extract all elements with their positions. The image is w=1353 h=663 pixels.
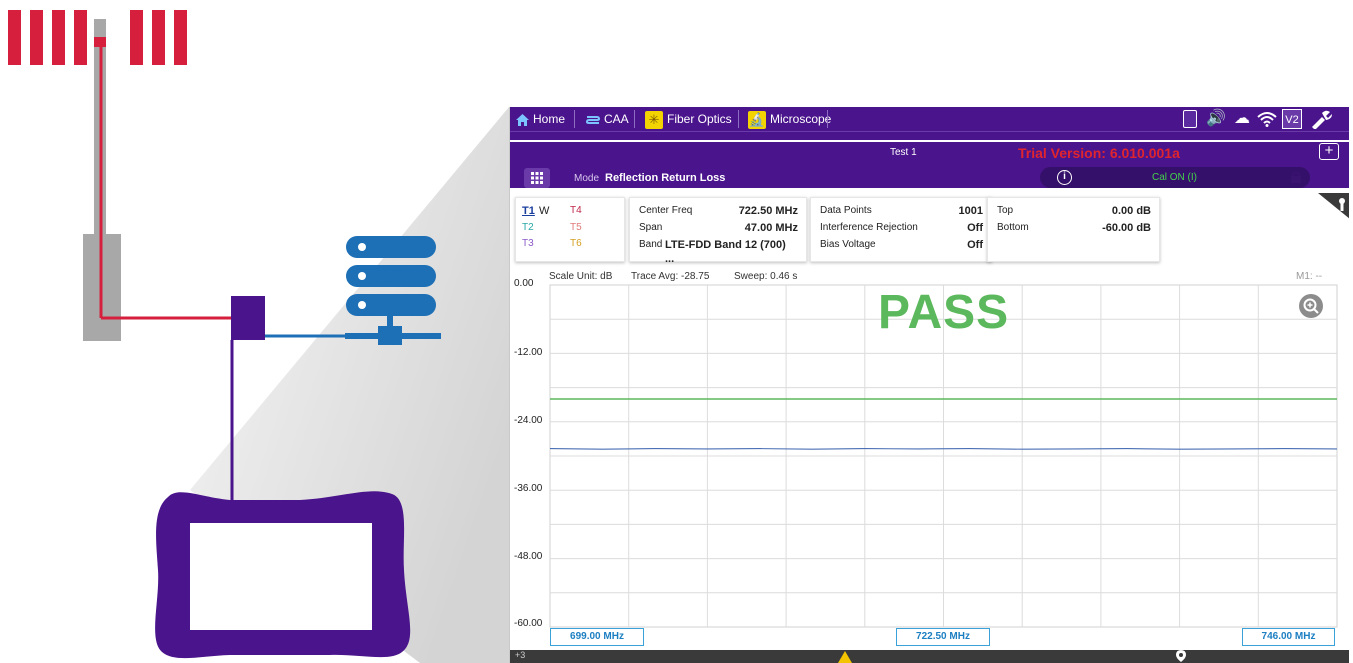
center-freq-value: 722.50 MHz xyxy=(738,205,798,217)
span-label: Span xyxy=(639,222,663,233)
top-label: Top xyxy=(997,205,1014,216)
zoom-in-icon xyxy=(1303,298,1319,314)
tab-caa[interactable]: CAA xyxy=(584,107,629,131)
speaker-icon[interactable]: 🔊 xyxy=(1205,109,1227,129)
mode-label: Mode xyxy=(574,173,600,184)
cal-status: Cal ON (I) xyxy=(1152,172,1197,183)
tab-home[interactable]: Home xyxy=(514,107,565,131)
mode-value[interactable]: Reflection Return Loss xyxy=(605,172,725,184)
top-nav-bar: Home CAA ✳ Fiber Optics 🔬 Microscope 🔊 ☁ xyxy=(510,107,1349,131)
warning-icon[interactable] xyxy=(838,651,852,663)
add-test-button[interactable]: + xyxy=(1319,143,1339,160)
settings-icon[interactable] xyxy=(1308,109,1334,130)
test-header: Test 1 Trial Version: 6.010.001a + Mode … xyxy=(510,131,1349,188)
band-row[interactable]: Band LTE-FDD Band 12 (700) ... xyxy=(639,238,798,265)
tab-home-label: Home xyxy=(533,112,566,126)
info-icon[interactable]: i xyxy=(1057,170,1072,185)
trace-t2[interactable]: T2 xyxy=(522,222,534,233)
tab-microscope-label: Microscope xyxy=(770,112,832,126)
traces-panel[interactable]: T1 W T2 T3 T4 T5 T6 xyxy=(515,197,625,262)
bottom-value: -60.00 dB xyxy=(1102,222,1151,234)
test-title: Test 1 xyxy=(890,147,917,158)
tester-device-icon xyxy=(155,491,411,659)
home-icon xyxy=(516,113,529,126)
center-freq-row[interactable]: Center Freq 722.50 MHz xyxy=(639,204,798,218)
tab-microscope[interactable]: 🔬 Microscope xyxy=(746,107,831,131)
vnc-label: V2 xyxy=(1285,114,1299,126)
trace-t1[interactable]: T1 xyxy=(522,205,535,217)
location-icon[interactable] xyxy=(1176,650,1186,662)
instrument-screen: Home CAA ✳ Fiber Optics 🔬 Microscope 🔊 ☁ xyxy=(509,107,1349,663)
trace-t3[interactable]: T3 xyxy=(522,238,534,249)
lock-icon xyxy=(1291,171,1301,183)
tab-divider xyxy=(574,110,575,128)
caa-icon xyxy=(586,115,600,124)
interference-row[interactable]: Interference Rejection Off xyxy=(820,221,983,235)
network-diagram xyxy=(83,19,441,659)
page: Home CAA ✳ Fiber Optics 🔬 Microscope 🔊 ☁ xyxy=(0,0,1353,663)
span-value: 47.00 MHz xyxy=(744,222,798,234)
data-points-label: Data Points xyxy=(820,205,872,216)
tab-fiber-optics-label: Fiber Optics xyxy=(667,112,732,126)
wifi-icon[interactable] xyxy=(1256,109,1278,129)
band-label: Band xyxy=(639,239,663,250)
trace-t6[interactable]: T6 xyxy=(570,238,582,249)
band-value: LTE-FDD Band 12 (700) ... xyxy=(665,239,786,265)
tab-fiber-optics[interactable]: ✳ Fiber Optics xyxy=(643,107,732,131)
pass-result: PASS xyxy=(878,286,1010,339)
zoom-button[interactable] xyxy=(1299,294,1323,318)
app-grid-button[interactable] xyxy=(524,168,550,188)
bottom-status-bar: +3 xyxy=(510,650,1349,663)
center-freq-label: Center Freq xyxy=(639,205,693,216)
tab-divider xyxy=(827,110,828,128)
touch-menu-icon[interactable] xyxy=(1318,193,1349,219)
scale-panel[interactable]: Top 0.00 dB Bottom -60.00 dB xyxy=(987,197,1160,262)
battery-icon[interactable] xyxy=(1183,109,1199,129)
antenna-icon xyxy=(83,19,232,341)
base-station-icon xyxy=(345,236,441,345)
start-freq-button[interactable]: 699.00 MHz xyxy=(550,628,644,646)
bottom-label: Bottom xyxy=(997,222,1029,233)
data-points-value: 1001 xyxy=(958,205,983,217)
trace-t1-mode: W xyxy=(539,205,550,217)
trace-t4[interactable]: T4 xyxy=(570,205,582,216)
tab-caa-label: CAA xyxy=(604,112,629,126)
interference-value: Off xyxy=(967,222,983,234)
center-freq-button[interactable]: 722.50 MHz xyxy=(896,628,990,646)
fiber-optics-icon: ✳ xyxy=(645,110,663,129)
grid-icon xyxy=(531,172,543,184)
header-divider xyxy=(510,140,1349,142)
tab-divider xyxy=(634,110,635,128)
interference-label: Interference Rejection xyxy=(820,222,918,233)
data-points-row[interactable]: Data Points 1001 xyxy=(820,204,983,218)
bias-label: Bias Voltage xyxy=(820,239,876,250)
measurement-settings-panel[interactable]: Data Points 1001 Interference Rejection Of… xyxy=(810,197,992,262)
stop-freq-button[interactable]: 746.00 MHz xyxy=(1242,628,1335,646)
trial-version-text: Trial Version: 6.010.001a xyxy=(1018,145,1180,161)
bottom-scale-row[interactable]: Bottom -60.00 dB xyxy=(997,221,1151,235)
tab-divider xyxy=(738,110,739,128)
top-scale-row[interactable]: Top 0.00 dB xyxy=(997,204,1151,218)
frequency-settings-panel[interactable]: Center Freq 722.50 MHz Span 47.00 MHz Band… xyxy=(629,197,807,265)
bias-row[interactable]: Bias Voltage Off xyxy=(820,238,983,252)
vnc-icon[interactable]: V2 xyxy=(1282,109,1302,129)
trace-t5[interactable]: T5 xyxy=(570,222,582,233)
cloud-icon[interactable]: ☁ xyxy=(1230,109,1254,129)
notification-count[interactable]: +3 xyxy=(515,650,525,660)
microscope-icon: 🔬 xyxy=(748,110,766,129)
top-value: 0.00 dB xyxy=(1111,205,1151,217)
span-row[interactable]: Span 47.00 MHz xyxy=(639,221,798,235)
trace-line xyxy=(549,448,1338,450)
bias-value: Off xyxy=(967,239,983,251)
coupler-icon xyxy=(231,296,265,340)
